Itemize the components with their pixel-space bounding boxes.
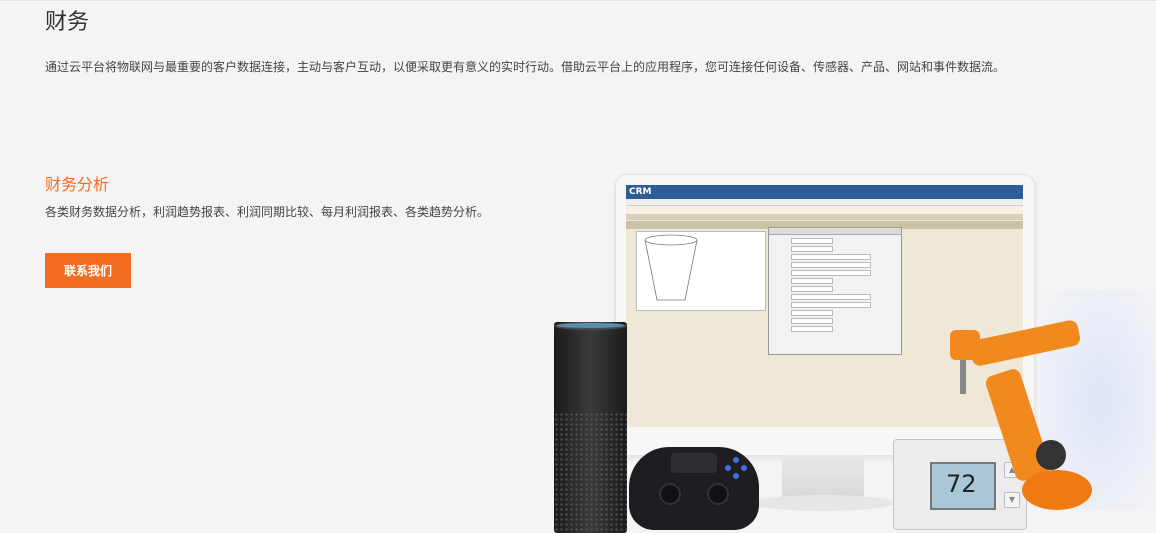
thermostat-temp: 72 xyxy=(946,470,977,498)
crm-field xyxy=(791,262,871,268)
robot-arm-joint xyxy=(1036,440,1066,470)
thermostat-screen: 72 xyxy=(930,462,996,510)
crm-field xyxy=(791,318,833,324)
right-stick xyxy=(707,483,729,505)
controller-button xyxy=(733,457,739,463)
crm-nav xyxy=(626,199,1023,206)
smart-speaker-illustration xyxy=(554,322,627,533)
left-stick xyxy=(659,483,681,505)
monitor-illustration: CRM xyxy=(615,174,1035,456)
crm-field xyxy=(791,326,833,332)
top-divider xyxy=(0,0,1156,1)
crm-dialog-title xyxy=(769,228,901,235)
game-controller-illustration xyxy=(629,447,759,530)
controller-button xyxy=(725,465,731,471)
page-title: 财务 xyxy=(45,10,90,35)
crm-field xyxy=(791,254,871,260)
crm-field xyxy=(791,302,871,308)
speaker-light-ring xyxy=(557,323,624,328)
crm-logo: CRM xyxy=(629,187,652,197)
thermostat-down-icon: ▼ xyxy=(1004,492,1020,508)
crm-field xyxy=(791,246,833,252)
section-title: 财务分析 xyxy=(45,175,110,194)
cup-drawing xyxy=(644,234,698,301)
controller-button xyxy=(741,465,747,471)
section-description: 各类财务数据分析，利润趋势报表、利润同期比较、每月利润报表、各类趋势分析。 xyxy=(45,205,490,219)
crm-image-panel xyxy=(636,231,766,311)
robot-arm-base xyxy=(1022,470,1092,510)
crm-field xyxy=(791,270,871,276)
contact-us-button[interactable]: 联系我们 xyxy=(45,253,131,288)
robot-arm-head xyxy=(950,330,980,360)
crm-field xyxy=(791,278,833,284)
crm-field xyxy=(791,294,871,300)
crm-header: CRM xyxy=(626,185,1023,199)
crm-toolbar xyxy=(626,214,1023,220)
thermostat-illustration: 72 ▲ ▼ xyxy=(893,439,1027,530)
crm-bar xyxy=(626,206,1023,214)
monitor-stand xyxy=(782,455,864,500)
page-description: 通过云平台将物联网与最重要的客户数据连接，主动与客户互动，以便采取更有意义的实时… xyxy=(45,60,1006,74)
controller-button xyxy=(733,473,739,479)
controller-touchpad xyxy=(671,453,717,473)
speaker-grill xyxy=(554,412,627,533)
crm-field xyxy=(791,310,833,316)
monitor-base xyxy=(752,495,894,511)
crm-dialog xyxy=(768,227,902,355)
crm-field xyxy=(791,286,833,292)
robot-arm-tool xyxy=(960,360,966,394)
crm-field xyxy=(791,238,833,244)
